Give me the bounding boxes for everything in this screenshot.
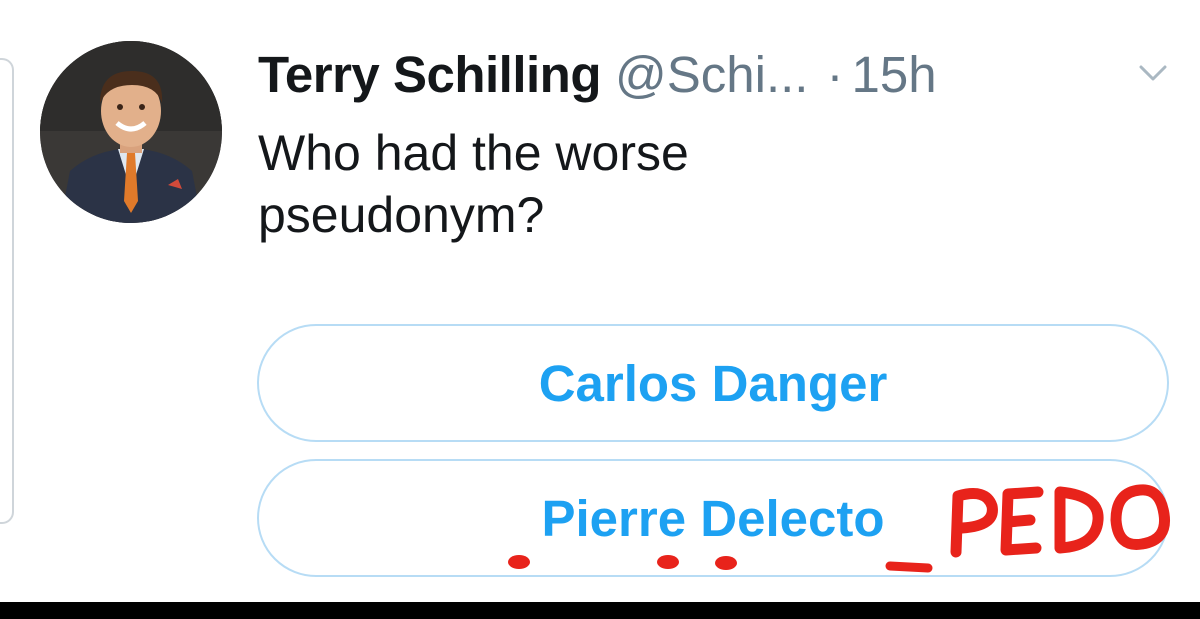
tweet-text: Who had the worse pseudonym? — [258, 125, 689, 243]
display-name[interactable]: Terry Schilling — [258, 45, 601, 104]
tweet-header: Terry Schilling @Schi... · 15h — [258, 38, 937, 110]
chevron-down-icon[interactable] — [1138, 62, 1168, 84]
timestamp[interactable]: 15h — [851, 45, 936, 104]
avatar[interactable] — [40, 41, 222, 223]
profile-photo-icon — [40, 41, 222, 223]
user-handle[interactable]: @Schi... — [615, 45, 809, 104]
separator-dot: · — [826, 45, 844, 103]
poll-option-carlos-danger[interactable]: Carlos Danger — [257, 324, 1169, 442]
poll-option-label: Pierre Delecto — [541, 489, 885, 547]
bottom-bar — [0, 602, 1200, 619]
poll-option-label: Carlos Danger — [538, 354, 888, 412]
poll-option-pierre-delecto[interactable]: Pierre Delecto — [257, 459, 1169, 577]
adjacent-card-edge — [0, 58, 14, 524]
